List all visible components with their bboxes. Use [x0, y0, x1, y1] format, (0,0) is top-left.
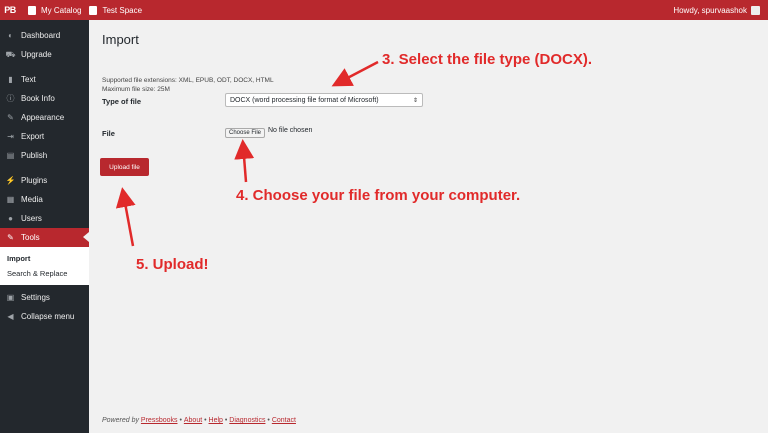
sidebar-item-label: Appearance [21, 113, 65, 122]
settings-icon: ▣ [6, 293, 15, 302]
pressbooks-logo[interactable]: PB [0, 0, 20, 20]
type-of-file-label: Type of file [102, 97, 142, 106]
test-space-label: Test Space [102, 5, 143, 15]
upload-file-button[interactable]: Upload file [100, 158, 149, 176]
annotation-step3: 3. Select the file type (DOCX). [382, 51, 593, 68]
publish-icon: ▤ [6, 151, 15, 160]
select-arrows-icon: ⇕ [412, 97, 418, 104]
wrench-icon: ✎ [7, 233, 14, 242]
sidebar-item-label: Dashboard [21, 31, 61, 40]
sidebar-item-export[interactable]: ⇥ Export [0, 127, 89, 146]
footer: Powered by Pressbooks • About • Help • D… [102, 417, 296, 424]
submenu-item-import[interactable]: Import [0, 251, 89, 266]
footer-link-about[interactable]: About [184, 417, 202, 424]
sidebar-item-label: Collapse menu [21, 312, 75, 321]
file-status: No file chosen [268, 127, 313, 134]
annotation-step4: 4. Choose your file from your computer. [236, 187, 521, 204]
sidebar-item-settings[interactable]: ▣ Settings [0, 288, 89, 307]
choose-file-button[interactable]: Choose File [225, 128, 266, 138]
sidebar-item-label: Publish [21, 151, 48, 160]
submenu-item-search-replace[interactable]: Search & Replace [0, 266, 89, 281]
export-icon: ⇥ [7, 132, 14, 141]
footer-separator: • [267, 417, 270, 424]
tools-submenu: Import Search & Replace [0, 247, 89, 285]
sidebar-item-label: Plugins [21, 176, 48, 185]
file-type-select[interactable]: DOCX (word processing file format of Mic… [225, 93, 423, 107]
sidebar-item-label: Tools [21, 233, 40, 242]
sidebar-item-label: Export [21, 132, 45, 141]
footer-separator: • [179, 417, 182, 424]
greeting: Howdy, spurvaashok [673, 5, 747, 15]
test-space-link[interactable]: Test Space [89, 5, 143, 15]
sidebar-item-label: Settings [21, 293, 50, 302]
powered-by: Powered by [102, 417, 139, 424]
sidebar-item-label: Media [21, 195, 43, 204]
info-icon: ⓘ [6, 94, 15, 103]
sidebar-item-label: Text [21, 75, 36, 84]
supported-extensions: Supported file extensions: XML, EPUB, OD… [102, 77, 274, 84]
sidebar-item-dashboard[interactable]: ◐ Dashboard [0, 26, 89, 45]
annotation-step5: 5. Upload! [136, 256, 209, 273]
sidebar-item-plugins[interactable]: ⚡ Plugins [0, 171, 89, 190]
sidebar: ◐ Dashboard ⛟ Upgrade ▮ Text ⓘ Book Info ✎ Ap… [0, 20, 89, 433]
dashboard-icon: ◐ [8, 31, 13, 40]
avatar [751, 5, 760, 15]
page-title: Import [102, 32, 139, 47]
catalog-icon [28, 5, 36, 15]
user-icon: ● [8, 214, 13, 223]
import-info: Supported file extensions: XML, EPUB, OD… [102, 76, 274, 94]
sidebar-item-users[interactable]: ● Users [0, 209, 89, 228]
file-type-value: DOCX (word processing file format of Mic… [230, 96, 379, 104]
collapse-menu-button[interactable]: ◀ Collapse menu [0, 307, 89, 326]
book-icon [89, 5, 98, 15]
sidebar-item-label: Book Info [21, 94, 55, 103]
user-menu[interactable]: Howdy, spurvaashok [673, 5, 760, 15]
sidebar-item-text[interactable]: ▮ Text [0, 70, 89, 89]
brush-icon: ✎ [7, 113, 14, 122]
footer-link-contact[interactable]: Contact [272, 417, 296, 424]
footer-separator: • [204, 417, 207, 424]
sidebar-item-appearance[interactable]: ✎ Appearance [0, 108, 89, 127]
file-label: File [102, 129, 115, 138]
media-icon: ▦ [6, 195, 15, 204]
admin-bar: PB My Catalog Test Space Howdy, spurvaas… [0, 0, 768, 20]
footer-link-help[interactable]: Help [209, 417, 223, 424]
footer-link-pressbooks[interactable]: Pressbooks [141, 417, 178, 424]
footer-link-diagnostics[interactable]: Diagnostics [229, 417, 265, 424]
sidebar-item-publish[interactable]: ▤ Publish [0, 146, 89, 165]
book-icon: ▮ [8, 75, 13, 84]
sidebar-item-book-info[interactable]: ⓘ Book Info [0, 89, 89, 108]
sidebar-item-label: Users [21, 214, 42, 223]
sidebar-item-tools[interactable]: ✎ Tools [0, 228, 89, 247]
my-catalog-link[interactable]: My Catalog [28, 5, 82, 15]
cart-icon: ⛟ [5, 49, 16, 59]
sidebar-item-media[interactable]: ▦ Media [0, 190, 89, 209]
my-catalog-label: My Catalog [41, 5, 82, 15]
sidebar-item-upgrade[interactable]: ⛟ Upgrade [0, 45, 89, 64]
footer-separator: • [224, 417, 228, 424]
collapse-icon: ◀ [7, 312, 14, 321]
sidebar-item-label: Upgrade [21, 50, 52, 59]
plug-icon: ⚡ [5, 176, 16, 185]
main-content: Import Supported file extensions: XML, E… [100, 20, 762, 433]
